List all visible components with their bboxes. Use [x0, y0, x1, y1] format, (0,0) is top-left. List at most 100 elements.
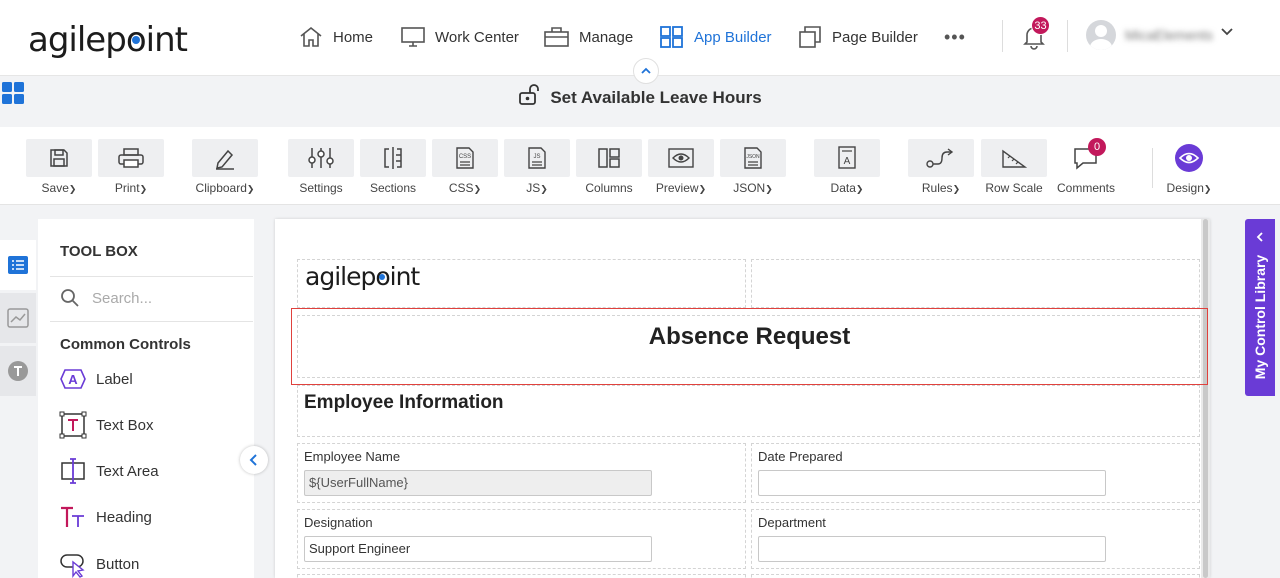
date-prepared-field[interactable]	[758, 470, 1106, 496]
collapse-header-button[interactable]	[633, 58, 659, 84]
unlock-icon[interactable]	[518, 84, 542, 106]
toolbox-item-text-box[interactable]: Text Box	[58, 410, 154, 440]
nav-home[interactable]: Home	[298, 22, 373, 52]
agilepoint-logo[interactable]: agilepoint	[28, 20, 188, 60]
chevron-down-icon: ❯	[698, 184, 707, 194]
toolbox-item-label[interactable]: A Label	[58, 364, 133, 394]
collapse-toolbox-button[interactable]	[240, 446, 268, 474]
section-heading[interactable]: Employee Information	[304, 392, 504, 414]
design-eye-icon	[1175, 144, 1203, 172]
form-heading[interactable]: Absence Request	[291, 323, 1208, 351]
tool-sections[interactable]: Sections	[360, 139, 426, 195]
nav-app-builder[interactable]: App Builder	[659, 22, 772, 52]
tool-js-label: JS	[526, 181, 541, 195]
tool-comments[interactable]: Comments	[1053, 139, 1119, 195]
form-cell[interactable]	[751, 574, 1200, 578]
canvas-scrollbar-thumb[interactable]	[1203, 219, 1208, 578]
toolbox-panel: TOOL BOX Search... Common Controls A Lab…	[38, 219, 254, 578]
my-control-library-tab[interactable]: My Control Library	[1245, 219, 1275, 396]
briefcase-icon	[544, 27, 569, 47]
control-library-label: My Control Library	[1252, 254, 1268, 380]
save-icon	[50, 149, 68, 167]
chevron-down-icon: ❯	[1203, 184, 1212, 194]
tool-sections-label: Sections	[369, 181, 417, 195]
tool-clipboard-label: Clipboard	[195, 181, 247, 195]
chevron-down-icon: ❯	[765, 184, 773, 194]
tool-print-label: Print	[114, 181, 140, 195]
designation-field[interactable]: Support Engineer	[304, 536, 652, 562]
toolbox-item-text: Text Box	[96, 416, 154, 434]
tool-json[interactable]: JSON JSON❯	[720, 139, 786, 195]
toolbox-item-text: Button	[96, 555, 140, 573]
home-icon	[300, 26, 322, 47]
divider	[50, 321, 253, 322]
tool-data[interactable]: A Data❯	[814, 139, 880, 195]
tool-data-label: Data	[830, 181, 856, 195]
tool-row-scale-label: Row Scale	[985, 181, 1043, 195]
tool-preview[interactable]: Preview❯	[648, 139, 714, 195]
textbox-t-icon	[59, 411, 87, 439]
employee-name-field[interactable]: ${UserFullName}	[304, 470, 652, 496]
data-book-icon: A	[838, 146, 856, 169]
tool-settings-label: Settings	[299, 181, 343, 195]
nav-more-button[interactable]: •••	[944, 22, 966, 52]
rail-toolbox-button[interactable]	[0, 240, 36, 290]
form-cell[interactable]	[751, 259, 1200, 308]
toolbox-item-heading[interactable]: Heading	[58, 502, 152, 532]
divider	[50, 276, 253, 277]
tool-clipboard[interactable]: Clipboard❯	[192, 139, 258, 195]
ruler-icon	[1002, 149, 1028, 168]
toolbox-item-text: Heading	[96, 508, 152, 526]
pages-icon	[799, 26, 821, 48]
button-cursor-icon	[60, 554, 85, 578]
tool-columns[interactable]: Columns	[576, 139, 642, 195]
svg-text:JS: JS	[533, 154, 540, 160]
svg-text:JSON: JSON	[746, 154, 760, 160]
field-label-department: Department	[758, 515, 826, 530]
chevron-up-icon	[641, 67, 651, 74]
chevron-down-icon: ❯	[952, 184, 961, 194]
form-logo[interactable]: agilepoint	[305, 262, 420, 291]
tool-css[interactable]: CSS CSS❯	[432, 139, 498, 195]
username[interactable]: MicaElements	[1125, 27, 1213, 43]
nav-page-builder-label: Page Builder	[832, 28, 918, 46]
textarea-icon	[61, 458, 85, 484]
page-title: Set Available Leave Hours	[550, 88, 762, 107]
chevron-down-icon: ❯	[68, 184, 77, 194]
tool-comments-label: Comments	[1056, 181, 1115, 195]
rail-analytics-button[interactable]	[0, 293, 36, 343]
avatar[interactable]	[1086, 20, 1116, 50]
nav-work-center[interactable]: Work Center	[400, 22, 519, 52]
nav-work-center-label: Work Center	[435, 28, 519, 46]
tool-row-scale[interactable]: Row Scale	[981, 139, 1047, 195]
tool-json-label: JSON	[733, 181, 766, 195]
tool-save[interactable]: Save❯	[26, 139, 92, 195]
tool-settings[interactable]: Settings	[288, 139, 354, 195]
chevron-down-icon: ❯	[139, 184, 148, 194]
svg-text:A: A	[68, 372, 78, 387]
js-file-icon: JS	[528, 147, 546, 169]
tool-design[interactable]: Design❯	[1156, 139, 1222, 195]
nav-page-builder[interactable]: Page Builder	[797, 22, 918, 52]
tool-print[interactable]: Print❯	[98, 139, 164, 195]
tool-js[interactable]: JS JS❯	[504, 139, 570, 195]
nav-manage[interactable]: Manage	[543, 22, 633, 52]
department-field[interactable]	[758, 536, 1106, 562]
toolbox-search-input[interactable]: Search...	[92, 290, 152, 307]
toolbox-item-text-area[interactable]: Text Area	[58, 456, 159, 486]
field-label-date-prepared: Date Prepared	[758, 449, 843, 464]
toolbox-item-button[interactable]: Button	[58, 549, 139, 578]
page-title-bar: Set Available Leave Hours	[0, 84, 1280, 108]
comments-badge: 0	[1088, 138, 1106, 156]
chevron-down-icon[interactable]	[1219, 24, 1235, 40]
toolbox-section-title: Common Controls	[60, 336, 191, 353]
svg-text:CSS: CSS	[459, 154, 471, 160]
toolbox-search[interactable]: Search...	[60, 288, 152, 308]
tool-rules[interactable]: Rules❯	[908, 139, 974, 195]
rules-icon	[926, 148, 954, 168]
list-icon	[8, 256, 28, 274]
form-cell[interactable]	[297, 574, 746, 578]
nav-divider	[1067, 20, 1068, 52]
rail-theme-button[interactable]	[0, 346, 36, 396]
chevron-left-icon	[1256, 232, 1263, 242]
